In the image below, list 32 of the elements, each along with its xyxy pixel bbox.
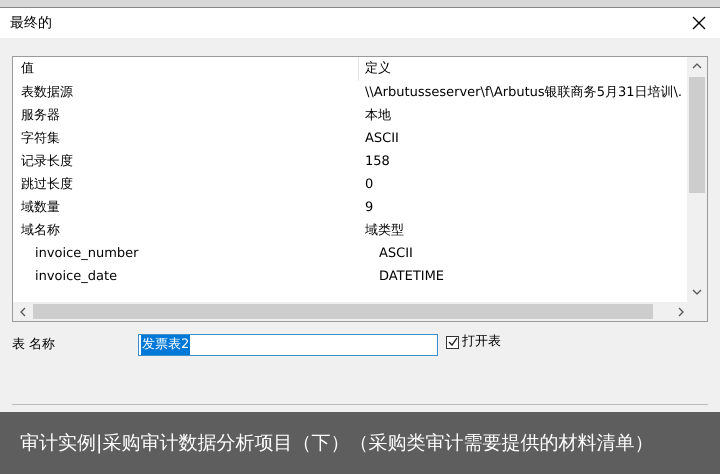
caption-text: 审计实例|采购审计数据分析项目（下）（采购类审计需要提供的材料清单） [20, 430, 654, 456]
property-value: 9 [364, 198, 374, 217]
property-name: 字符集 [20, 130, 61, 148]
property-value: ASCII [364, 130, 399, 148]
horizontal-scrollbar[interactable] [13, 302, 707, 321]
property-value: ASCII [378, 244, 413, 263]
table-name-field[interactable]: 发票表2 [138, 334, 438, 356]
property-value: 158 [364, 152, 390, 171]
property-name: 域数量 [20, 198, 61, 217]
property-value: 0 [364, 176, 374, 194]
window-title: 最终的 [10, 14, 52, 32]
property-value: 域类型 [364, 222, 404, 240]
property-name: 表数据源 [20, 84, 74, 102]
property-name: 记录长度 [20, 152, 74, 171]
property-name: 跳过长度 [20, 176, 74, 194]
close-icon[interactable] [692, 16, 706, 30]
vertical-scrollbar[interactable] [687, 57, 707, 303]
property-name: 域名称 [20, 222, 61, 240]
property-name: invoice_date [34, 268, 118, 286]
property-name: invoice_number [34, 244, 140, 263]
column-header[interactable]: 值 [13, 57, 359, 81]
column-header[interactable]: 定义 [359, 59, 391, 79]
table-name-label: 表 名称 [12, 336, 56, 354]
property-value: 本地 [364, 106, 391, 125]
checkbox-label[interactable]: 打开表 [462, 332, 501, 352]
scrollbar-thumb[interactable] [33, 304, 653, 319]
property-value: \\Arbutusseserver\f\Arbutus银联商务5月31日培训\. [364, 84, 682, 102]
checkmark-icon [448, 337, 458, 347]
scrollbar-thumb[interactable] [689, 77, 705, 193]
open-table-checkbox[interactable] [446, 336, 459, 348]
property-name: 服务器 [20, 106, 61, 125]
property-value: DATETIME [378, 268, 444, 286]
